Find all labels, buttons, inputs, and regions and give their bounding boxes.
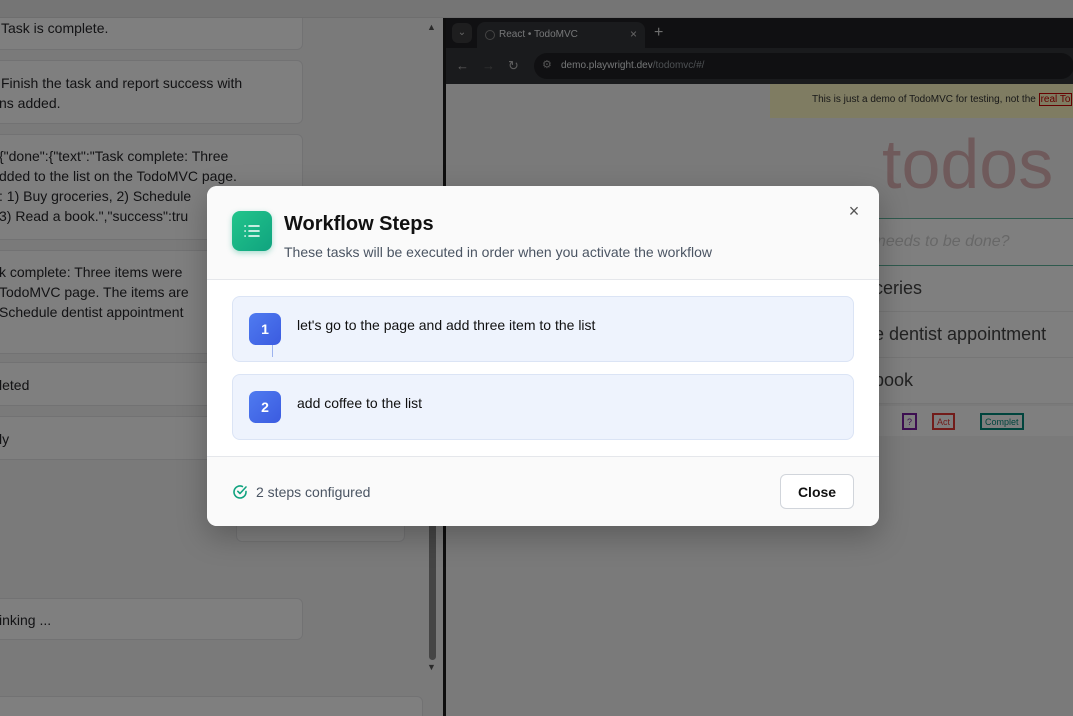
dialog-title: Workflow Steps — [284, 213, 434, 235]
step-text: let's go to the page and add three item … — [297, 317, 596, 333]
workflow-step: 2 add coffee to the list — [232, 374, 854, 440]
dialog-subtitle: These tasks will be executed in order wh… — [284, 244, 712, 260]
list-icon — [232, 211, 272, 251]
step-text: add coffee to the list — [297, 395, 423, 411]
steps-configured-status: 2 steps configured — [256, 484, 371, 500]
check-circle-icon — [233, 485, 247, 499]
step-number-badge: 1 — [249, 313, 281, 345]
dialog-footer: 2 steps configured Close — [207, 456, 879, 526]
close-icon[interactable]: × — [845, 202, 863, 220]
close-button[interactable]: Close — [780, 474, 854, 509]
workflow-step: 1 let's go to the page and add three ite… — [232, 296, 854, 362]
workflow-steps-dialog: Workflow Steps These tasks will be execu… — [207, 186, 879, 526]
step-connector — [272, 345, 273, 357]
dialog-header: Workflow Steps These tasks will be execu… — [207, 186, 879, 280]
step-number-badge: 2 — [249, 391, 281, 423]
